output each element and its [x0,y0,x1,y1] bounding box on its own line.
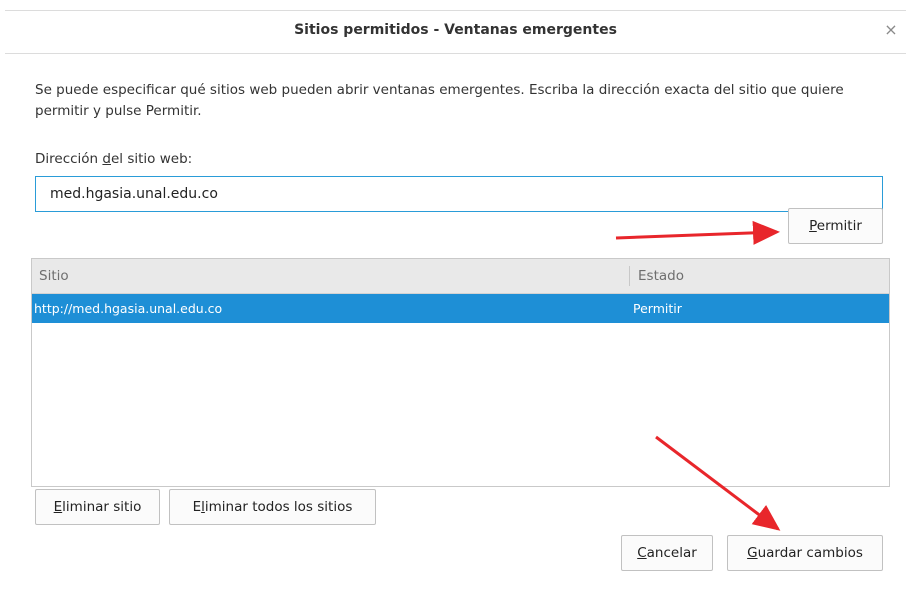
popup-exceptions-dialog: Sitios permitidos - Ventanas emergentes … [5,10,906,595]
annotation-overlay [615,220,781,531]
red-annotation-arrow [615,220,780,245]
red-annotation-arrow [655,435,781,531]
